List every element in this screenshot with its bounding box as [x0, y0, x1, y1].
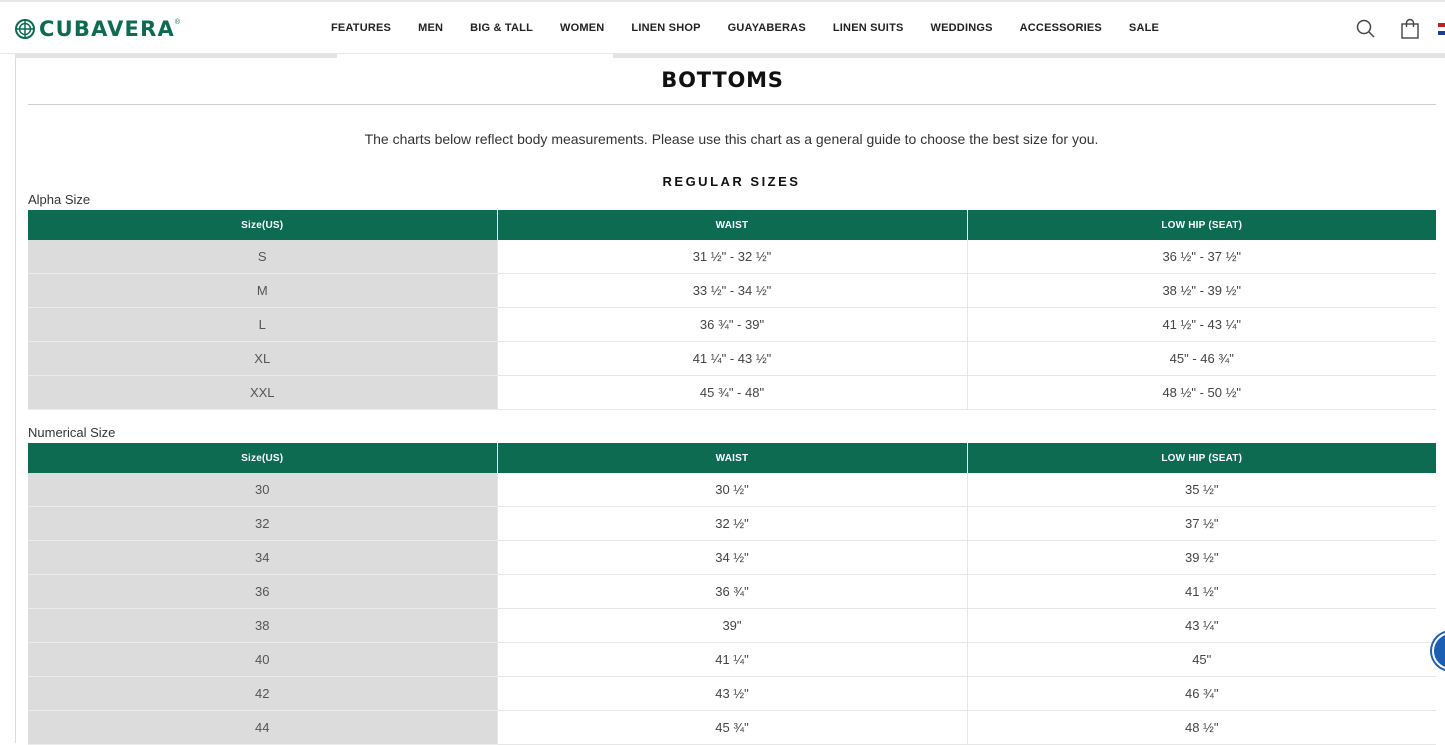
- nav-men[interactable]: MEN: [418, 22, 443, 34]
- numerical-size-table: Size(US) WAIST LOW HIP (SEAT) 30 30 ½" 3…: [28, 443, 1436, 745]
- low-hip-cell: 35 ½": [967, 473, 1436, 507]
- size-cell: 38: [28, 608, 498, 643]
- table-row: 32 32 ½" 37 ½": [28, 506, 1436, 541]
- header-low-hip: LOW HIP (SEAT): [967, 443, 1436, 473]
- size-cell: 42: [28, 676, 498, 711]
- size-cell: 40: [28, 642, 498, 677]
- low-hip-cell: 38 ½" - 39 ½": [967, 273, 1436, 308]
- table-header-row: Size(US) WAIST LOW HIP (SEAT): [28, 443, 1436, 473]
- nav-accessories[interactable]: ACCESSORIES: [1020, 22, 1102, 34]
- low-hip-cell: 45" - 46 ¾": [967, 341, 1436, 376]
- title-divider: [28, 104, 1436, 105]
- size-cell: XXL: [28, 375, 498, 410]
- size-cell: 32: [28, 506, 498, 541]
- waist-cell: 45 ¾" - 48": [497, 375, 968, 410]
- waist-cell: 41 ¼": [497, 642, 968, 677]
- low-hip-cell: 46 ¾": [967, 676, 1436, 711]
- size-cell: 30: [28, 473, 498, 507]
- table-row: 42 43 ½" 46 ¾": [28, 676, 1436, 711]
- table-row: 30 30 ½" 35 ½": [28, 473, 1436, 507]
- registered-mark: ®: [174, 19, 181, 26]
- us-flag-icon[interactable]: [1438, 23, 1445, 35]
- low-hip-cell: 39 ½": [967, 540, 1436, 575]
- low-hip-cell: 43 ¼": [967, 608, 1436, 643]
- waist-cell: 31 ½" - 32 ½": [497, 240, 968, 274]
- size-cell: 36: [28, 574, 498, 609]
- table-row: 36 36 ¾" 41 ½": [28, 574, 1436, 609]
- header-low-hip: LOW HIP (SEAT): [967, 210, 1436, 240]
- nav-linen-shop[interactable]: LINEN SHOP: [631, 22, 700, 34]
- size-cell: M: [28, 273, 498, 308]
- waist-cell: 39": [497, 608, 968, 643]
- nav-guayaberas[interactable]: GUAYABERAS: [728, 22, 806, 34]
- shopping-bag-icon[interactable]: [1399, 18, 1421, 40]
- waist-cell: 45 ¾": [497, 710, 968, 745]
- brand-name: CUBAVERA: [39, 17, 175, 41]
- alpha-size-label: Alpha Size: [28, 192, 91, 207]
- waist-cell: 41 ¼" - 43 ½": [497, 341, 968, 376]
- waist-cell: 36 ¾": [497, 574, 968, 609]
- nav-sale[interactable]: SALE: [1129, 22, 1159, 34]
- intro-text: The charts below reflect body measuremen…: [364, 131, 1099, 147]
- header-waist: WAIST: [497, 210, 968, 240]
- size-cell: L: [28, 307, 498, 342]
- waist-cell: 34 ½": [497, 540, 968, 575]
- table-row: S 31 ½" - 32 ½" 36 ½" - 37 ½": [28, 240, 1436, 274]
- low-hip-cell: 36 ½" - 37 ½": [967, 240, 1436, 274]
- table-row: 44 45 ¾" 48 ½": [28, 710, 1436, 745]
- low-hip-cell: 41 ½" - 43 ¼": [967, 307, 1436, 342]
- table-header-row: Size(US) WAIST LOW HIP (SEAT): [28, 210, 1436, 240]
- search-icon[interactable]: [1355, 18, 1377, 40]
- header-size: Size(US): [28, 210, 498, 240]
- size-cell: XL: [28, 341, 498, 376]
- table-row: 34 34 ½" 39 ½": [28, 540, 1436, 575]
- table-row: M 33 ½" - 34 ½" 38 ½" - 39 ½": [28, 273, 1436, 308]
- nav-big-tall[interactable]: BIG & TALL: [470, 22, 533, 34]
- size-cell: 44: [28, 710, 498, 745]
- section-heading: REGULAR SIZES: [662, 174, 801, 189]
- nav-features[interactable]: FEATURES: [331, 22, 391, 34]
- waist-cell: 32 ½": [497, 506, 968, 541]
- logo-emblem-icon: [15, 19, 35, 39]
- low-hip-cell: 37 ½": [967, 506, 1436, 541]
- header-waist: WAIST: [497, 443, 968, 473]
- table-row: XL 41 ¼" - 43 ½" 45" - 46 ¾": [28, 341, 1436, 376]
- page-title: BOTTOMS: [661, 68, 784, 92]
- numerical-size-label: Numerical Size: [28, 425, 116, 440]
- waist-cell: 33 ½" - 34 ½": [497, 273, 968, 308]
- size-cell: 34: [28, 540, 498, 575]
- main-nav: FEATURES MEN BIG & TALL WOMEN LINEN SHOP…: [331, 22, 1186, 34]
- low-hip-cell: 48 ½": [967, 710, 1436, 745]
- waist-cell: 36 ¾" - 39": [497, 307, 968, 342]
- table-row: 40 41 ¼" 45": [28, 642, 1436, 677]
- low-hip-cell: 41 ½": [967, 574, 1436, 609]
- table-row: L 36 ¾" - 39" 41 ½" - 43 ¼": [28, 307, 1436, 342]
- low-hip-cell: 48 ½" - 50 ½": [967, 375, 1436, 410]
- alpha-size-table: Size(US) WAIST LOW HIP (SEAT) S 31 ½" - …: [28, 210, 1436, 410]
- site-header: CUBAVERA ® FEATURES MEN BIG & TALL WOMEN…: [0, 0, 1445, 54]
- nav-weddings[interactable]: WEDDINGS: [931, 22, 993, 34]
- header-size: Size(US): [28, 443, 498, 473]
- size-cell: S: [28, 240, 498, 274]
- table-row: XXL 45 ¾" - 48" 48 ½" - 50 ½": [28, 375, 1436, 410]
- waist-cell: 43 ½": [497, 676, 968, 711]
- nav-linen-suits[interactable]: LINEN SUITS: [833, 22, 904, 34]
- brand-logo[interactable]: CUBAVERA ®: [15, 17, 180, 41]
- waist-cell: 30 ½": [497, 473, 968, 507]
- nav-women[interactable]: WOMEN: [560, 22, 604, 34]
- table-row: 38 39" 43 ¼": [28, 608, 1436, 643]
- low-hip-cell: 45": [967, 642, 1436, 677]
